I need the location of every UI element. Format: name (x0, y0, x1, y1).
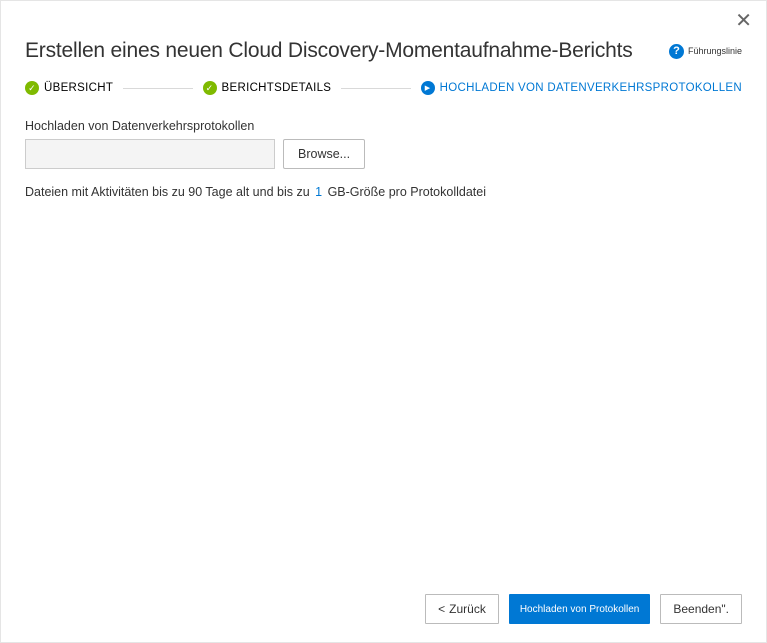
step-overview[interactable]: ✓ ÜBERSICHT (25, 81, 113, 95)
help-label: Führungslinie (688, 46, 742, 56)
wizard-steps: ✓ ÜBERSICHT ✓ BERICHTSDETAILS ▶ HOCHLADE… (1, 63, 766, 95)
hint-post: GB-Größe pro Protokolldatei (328, 185, 486, 199)
finish-button[interactable]: Beenden". (660, 594, 742, 624)
hint-number: 1 (315, 185, 322, 199)
back-button[interactable]: < Zurück (425, 594, 499, 624)
step-label: HOCHLADEN VON DATENVERKEHRSPROTOKOLLEN (440, 82, 742, 94)
step-separator (341, 88, 410, 89)
upload-field-label: Hochladen von Datenverkehrsprotokollen (25, 119, 742, 133)
check-icon: ✓ (203, 81, 217, 95)
close-icon[interactable]: ✕ (735, 11, 752, 31)
file-path-input[interactable] (25, 139, 275, 169)
browse-button[interactable]: Browse... (283, 139, 365, 169)
step-report-details[interactable]: ✓ BERICHTSDETAILS (203, 81, 332, 95)
upload-hint: Dateien mit Aktivitäten bis zu 90 Tage a… (25, 185, 742, 199)
step-label: BERICHTSDETAILS (222, 82, 332, 94)
upload-logs-button[interactable]: Hochladen von Protokollen (509, 594, 651, 624)
page-title: Erstellen eines neuen Cloud Discovery-Mo… (25, 39, 633, 63)
play-icon: ▶ (421, 81, 435, 95)
hint-pre: Dateien mit Aktivitäten bis zu 90 Tage a… (25, 185, 310, 199)
step-upload-logs[interactable]: ▶ HOCHLADEN VON DATENVERKEHRSPROTOKOLLEN (421, 81, 742, 95)
chevron-left-icon: < (438, 603, 445, 615)
step-label: ÜBERSICHT (44, 82, 113, 94)
upload-row: Browse... (25, 139, 742, 169)
dialog-footer: < Zurück Hochladen von Protokollen Beend… (425, 594, 742, 624)
content-area: Hochladen von Datenverkehrsprotokollen B… (1, 95, 766, 199)
step-separator (123, 88, 192, 89)
back-label: Zurück (449, 602, 486, 616)
check-icon: ✓ (25, 81, 39, 95)
dialog-header: Erstellen eines neuen Cloud Discovery-Mo… (1, 1, 766, 63)
help-icon: ? (669, 44, 684, 59)
help-link[interactable]: ? Führungslinie (669, 44, 742, 59)
